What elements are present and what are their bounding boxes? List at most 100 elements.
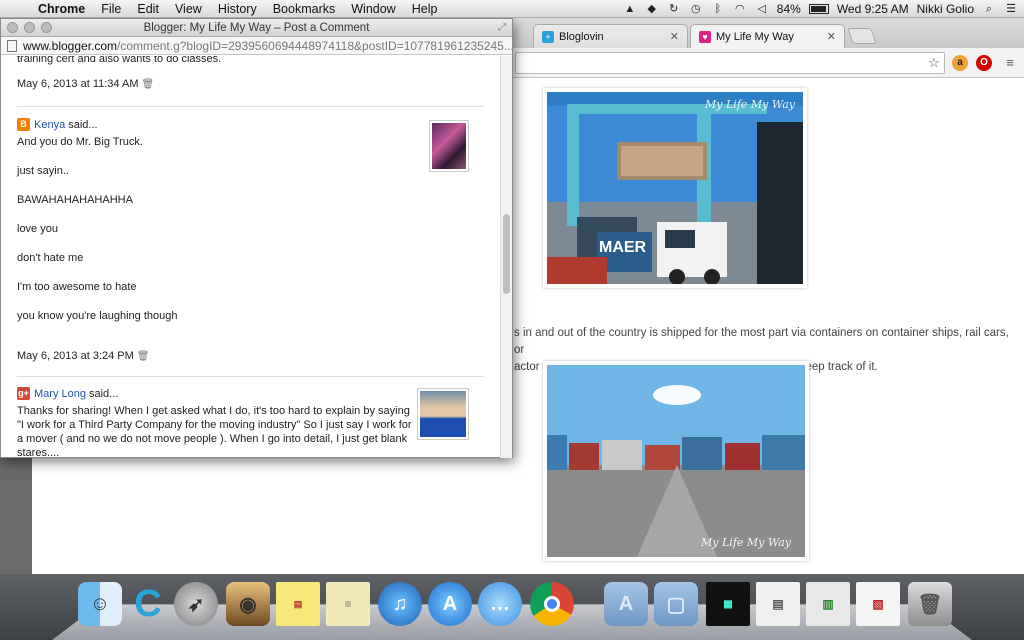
avatar-image [432, 123, 466, 169]
google-plus-icon: g+ [17, 387, 30, 400]
comment-line: BAWAHAHAHAHAHHA [17, 194, 133, 206]
menu-file[interactable]: File [93, 2, 129, 16]
window-thumbnail-icon[interactable]: ▥ [806, 582, 850, 626]
close-icon[interactable]: ✕ [827, 30, 836, 43]
comment-text-partial: training cert and also wants to do class… [17, 56, 222, 65]
trash-icon[interactable]: 🗑 [137, 351, 150, 362]
avatar-mary-long[interactable] [417, 388, 469, 440]
url-host: www.blogger.com [23, 38, 118, 53]
svg-text:MAER: MAER [599, 239, 647, 256]
menu-bookmarks[interactable]: Bookmarks [265, 2, 344, 16]
tab-my-life-my-way[interactable]: ♥ My Life My Way ✕ [690, 24, 845, 48]
menu-edit[interactable]: Edit [129, 2, 167, 16]
comment-line: don't hate me [17, 252, 84, 264]
new-tab-button[interactable] [847, 28, 877, 44]
comment-kenya: B Kenya said... And you do Mr. Big Truck… [17, 118, 487, 323]
menu-history[interactable]: History [210, 2, 265, 16]
app-store-icon[interactable]: A [428, 582, 472, 626]
window-thumbnail-icon[interactable]: ▤ [756, 582, 800, 626]
menu-help[interactable]: Help [404, 2, 446, 16]
comment-line: just sayin.. [17, 165, 69, 177]
comment-said: said... [68, 118, 98, 131]
launchpad-icon[interactable]: ➶ [174, 582, 218, 626]
comment-text: Thanks for sharing! When I get asked wha… [17, 405, 412, 458]
comment-author-link[interactable]: Mary Long [34, 388, 86, 400]
scrollbar-thumb[interactable] [503, 214, 510, 294]
volume-icon[interactable]: ◁ [755, 3, 769, 15]
url-path: /comment.g?blogID=2939560694448974118&po… [117, 38, 512, 53]
menu-bar: Chrome File Edit View History Bookmarks … [0, 0, 1024, 18]
close-window-button[interactable] [7, 22, 18, 33]
comment-mary-long: g+ Mary Long said... Thanks for sharing!… [17, 387, 417, 458]
dock: ☺ C ➶ ◉ ▤ ≡ ♫ A … A ▢ ▦ ▤ ▥ ▧ 🗑 [0, 578, 1024, 634]
comment-popup-window: Blogger: My Life My Way – Post a Comment… [0, 18, 513, 458]
trash-icon[interactable]: 🗑 [141, 79, 154, 90]
bookmark-star-icon[interactable]: ☆ [926, 55, 942, 71]
photo-watermark: My Life My Way [701, 536, 791, 549]
heart-favicon-icon: ♥ [699, 30, 711, 43]
trash-dock-icon[interactable]: 🗑 [908, 582, 952, 626]
close-icon[interactable]: ✕ [670, 30, 679, 43]
spotlight-icon[interactable]: ⌕ [982, 3, 996, 15]
download-stack-icon[interactable]: ▦ [706, 582, 750, 626]
tab-bloglovin[interactable]: + Bloglovin ✕ [533, 24, 688, 48]
comments-list: training cert and also wants to do class… [1, 56, 501, 458]
stickies-icon[interactable]: ▤ [276, 582, 320, 626]
menu-view[interactable]: View [167, 2, 210, 16]
popup-titlebar[interactable]: Blogger: My Life My Way – Post a Comment… [1, 19, 512, 37]
cloud-app-icon[interactable]: C [126, 582, 170, 626]
chrome-dock-icon[interactable] [530, 582, 574, 626]
fullscreen-icon[interactable]: ⤢ [498, 19, 506, 37]
avatar-kenya[interactable] [429, 120, 469, 172]
comment-author-link[interactable]: Kenya [34, 119, 65, 131]
adblock-extension-icon[interactable]: O [976, 55, 992, 71]
user-name[interactable]: Nikki Golio [917, 2, 974, 16]
minimize-window-button[interactable] [24, 22, 35, 33]
battery-percent: 84% [776, 1, 801, 16]
itunes-icon[interactable]: ♫ [378, 582, 422, 626]
iphoto-icon[interactable]: ◉ [226, 582, 270, 626]
comment-said: said... [88, 387, 119, 400]
avatar-image [420, 391, 466, 437]
menu-window[interactable]: Window [343, 2, 403, 16]
bluetooth-icon[interactable]: ᛒ [711, 3, 725, 15]
wifi-icon[interactable]: ◠ [733, 3, 747, 15]
finder-icon[interactable]: ☺ [78, 582, 122, 626]
battery-icon[interactable] [808, 3, 829, 14]
comment-line: you know you're laughing though [17, 310, 178, 322]
tab-label: Bloglovin [559, 30, 604, 43]
photo-watermark: My Life My Way [705, 98, 795, 111]
menu-app-name[interactable]: Chrome [34, 2, 93, 16]
applications-folder-icon[interactable]: A [604, 582, 648, 626]
clock[interactable]: Wed 9:25 AM [837, 2, 909, 16]
documents-folder-icon[interactable]: ▢ [654, 582, 698, 626]
messages-icon[interactable]: … [478, 582, 522, 626]
notification-center-icon[interactable]: ☰ [1004, 3, 1018, 15]
chrome-center-icon [544, 596, 560, 612]
post-photo-crane[interactable]: MAER My Life My Way [543, 88, 807, 288]
time-machine-icon[interactable]: ◷ [689, 3, 703, 15]
popup-url-bar[interactable]: www.blogger.com /comment.g?blogID=293956… [1, 37, 512, 55]
tab-label: My Life My Way [716, 30, 794, 43]
address-bar[interactable] [515, 52, 945, 74]
notes-icon[interactable]: ≡ [326, 582, 370, 626]
comment-line: And you do Mr. Big Truck. [17, 136, 143, 148]
window-thumbnail-icon[interactable]: ▧ [856, 582, 900, 626]
amazon-extension-icon[interactable]: a [952, 55, 968, 71]
comment-timestamp[interactable]: May 6, 2013 at 11:34 AM 🗑 [17, 78, 154, 90]
sync-icon[interactable]: ↻ [667, 3, 681, 15]
timestamp-text: May 6, 2013 at 3:24 PM [17, 350, 134, 362]
post-photo-yard[interactable]: My Life My Way [543, 361, 809, 561]
comment-timestamp[interactable]: May 6, 2013 at 3:24 PM 🗑 [17, 350, 150, 362]
comment-author-line: B Kenya said... [17, 118, 487, 131]
google-drive-icon[interactable]: ▲ [623, 3, 637, 15]
zoom-window-button[interactable] [41, 22, 52, 33]
comment-divider [17, 106, 484, 107]
popup-scrollbar[interactable] [500, 56, 512, 458]
dropbox-icon[interactable]: ◆ [645, 3, 659, 15]
comment-line: love you [17, 223, 58, 235]
blogger-icon: B [17, 118, 30, 131]
comment-author-line: g+ Mary Long said... [17, 387, 417, 400]
chrome-menu-icon[interactable]: ≡ [1002, 55, 1018, 71]
post-text-line-1: s in and out of the country is shipped f… [514, 327, 1009, 356]
